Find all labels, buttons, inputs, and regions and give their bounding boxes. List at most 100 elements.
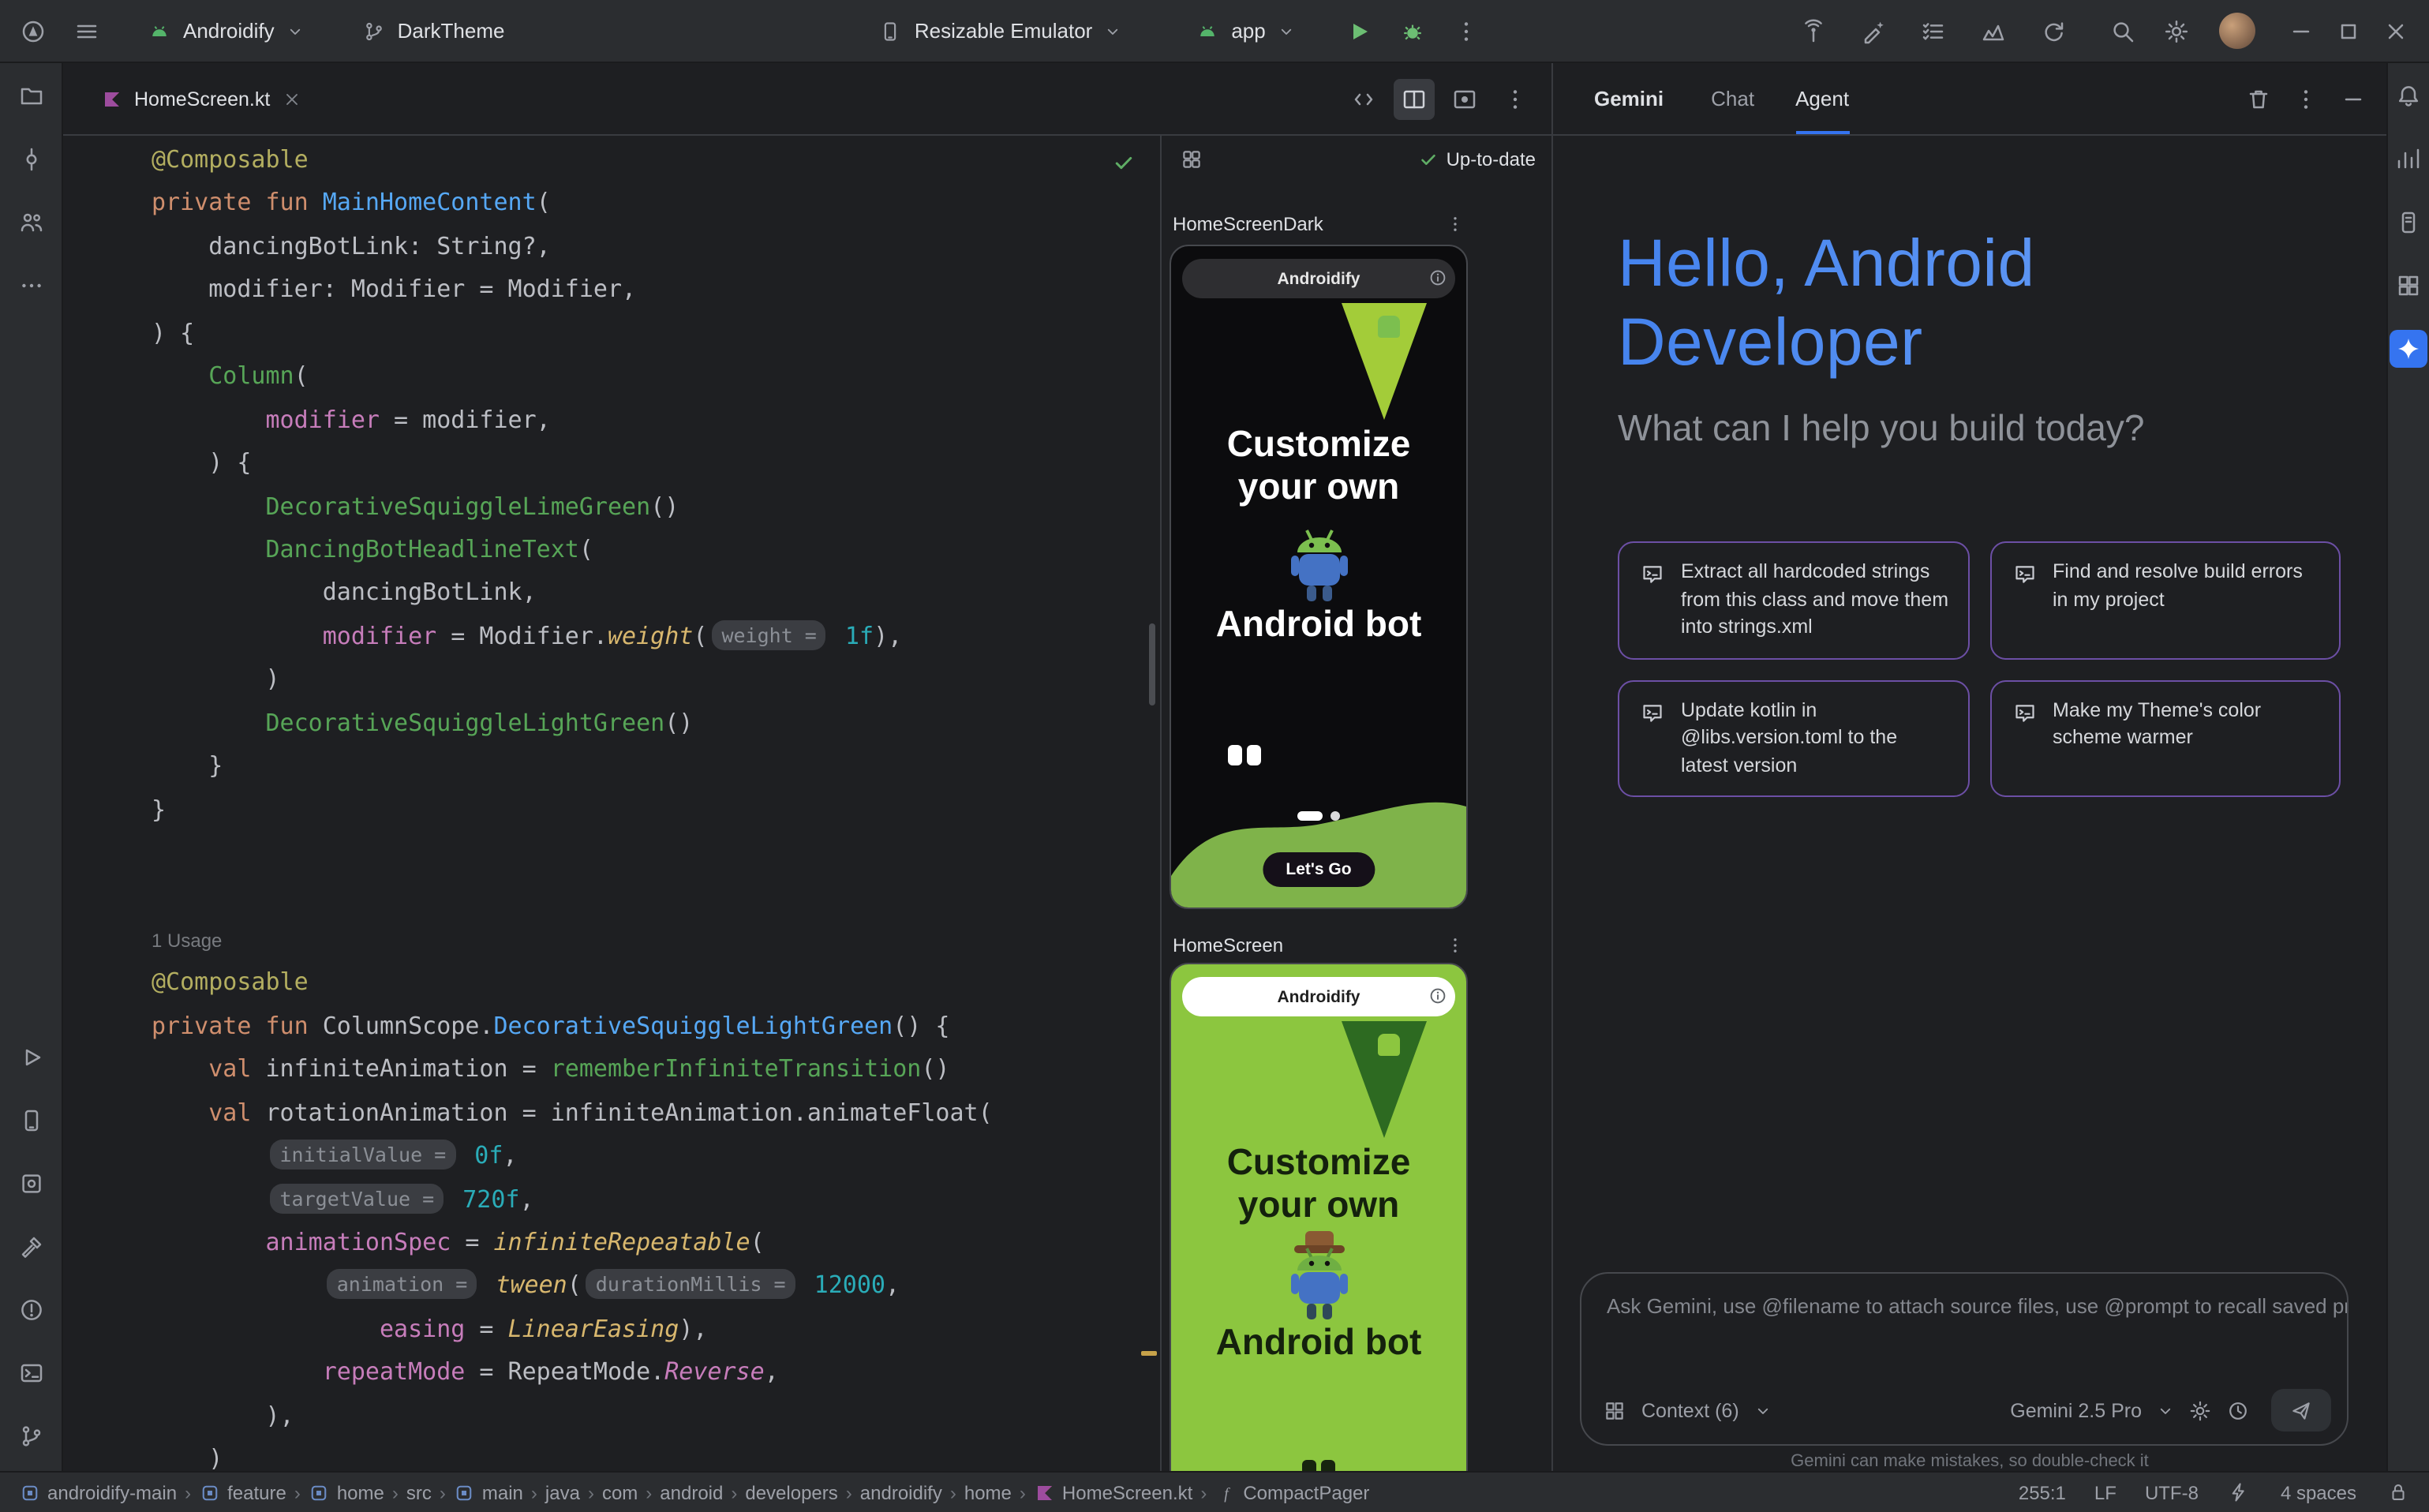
more-vertical-icon[interactable] [2289,81,2323,116]
gemini-settings-icon[interactable] [2186,1396,2214,1424]
preview-homescreendark[interactable]: Androidify Customize your own [1170,245,1468,909]
main-menu-icon[interactable] [69,13,104,48]
breadcrumb-item[interactable]: fCompactPager [1214,1481,1369,1503]
breadcrumb-item[interactable]: main [454,1481,523,1503]
code-line[interactable]: animation = tween(durationMillis = 12000… [152,1265,1138,1308]
debug-icon[interactable] [1395,13,1430,48]
code-line[interactable]: DancingBotHeadlineText( [152,529,1138,572]
inspections-ok-icon[interactable] [1110,148,1138,177]
suggestion-card[interactable]: Find and resolve build errors in my proj… [1989,541,2341,659]
code-content[interactable]: @Composableprivate fun MainHomeContent( … [152,139,1138,1471]
breadcrumb-item[interactable]: androidify-main [19,1481,177,1503]
app-inspection-icon[interactable] [12,1165,50,1203]
user-avatar[interactable] [2219,13,2255,49]
code-line[interactable]: Column( [152,355,1138,399]
more-vertical-icon[interactable] [1449,13,1484,48]
status-4-spaces[interactable]: 4 spaces [2281,1481,2356,1503]
status-lf[interactable]: LF [2094,1481,2116,1503]
resource-manager-icon[interactable] [2390,267,2427,305]
code-line[interactable]: modifier: Modifier = Modifier, [152,269,1138,313]
task-list-icon[interactable] [1916,13,1951,48]
code-line[interactable]: ) { [152,313,1138,356]
code-line[interactable]: modifier = Modifier.weight(weight = 1f), [152,616,1138,659]
preview-more-icon[interactable] [1444,213,1466,235]
code-line[interactable]: private fun MainHomeContent( [152,182,1138,226]
warning-stripe-mark[interactable] [1141,1351,1157,1356]
breadcrumb-item[interactable]: HomeScreen.kt [1034,1481,1192,1503]
code-line[interactable]: initialValue = 0f, [152,1135,1138,1178]
settings-gear-icon[interactable] [2159,13,2194,48]
gemini-spark-icon[interactable] [2390,330,2427,368]
branch-selector[interactable]: DarkTheme [347,12,518,50]
run-configuration-selector[interactable]: app [1181,12,1309,50]
gemini-assist-icon[interactable] [1856,13,1891,48]
preview-more-icon[interactable] [1444,934,1466,956]
code-line[interactable]: ) [152,659,1138,702]
breadcrumb-item[interactable]: androidify [860,1481,942,1503]
code-line[interactable]: ) [152,1438,1138,1471]
model-selector[interactable]: Gemini 2.5 Pro [2010,1399,2142,1421]
close-icon[interactable] [2378,13,2413,48]
status-lightning[interactable] [2227,1480,2252,1505]
version-control-icon[interactable] [12,1417,50,1455]
profiler-icon[interactable] [2390,140,2427,178]
run-icon[interactable] [1342,13,1376,48]
code-line[interactable]: dancingBotLink: String?, [152,226,1138,269]
device-selector[interactable]: Resizable Emulator [864,12,1136,50]
status-255-1[interactable]: 255:1 [2019,1481,2066,1503]
pull-requests-icon[interactable] [12,204,50,241]
tab-close-icon[interactable] [281,88,303,110]
context-selector[interactable]: Context (6) [1641,1399,1739,1421]
code-line[interactable]: repeatMode = RepeatMode.Reverse, [152,1352,1138,1395]
app-insights-icon[interactable] [1976,13,2011,48]
gallery-view-icon[interactable] [1177,145,1206,174]
breadcrumb-item[interactable]: feature [199,1481,286,1503]
code-line[interactable]: val infiniteAnimation = rememberInfinite… [152,1048,1138,1091]
code-line[interactable]: private fun ColumnScope.DecorativeSquigg… [152,1005,1138,1049]
suggestion-card[interactable]: Update kotlin in @libs.version.toml to t… [1618,679,1969,797]
code-line[interactable]: 1 Usage [152,919,1138,962]
send-button[interactable] [2271,1389,2331,1432]
code-line[interactable]: animationSpec = infiniteRepeatable( [152,1222,1138,1265]
code-line[interactable]: } [152,788,1138,832]
code-line[interactable]: dancingBotLink, [152,572,1138,616]
gemini-tab-agent[interactable]: Agent [1795,63,1849,134]
device-manager-icon[interactable] [12,1102,50,1140]
lets-go-button[interactable]: Let's Go [1262,852,1375,887]
commit-icon[interactable] [12,140,50,178]
editor-scrollbar-thumb[interactable] [1149,623,1155,705]
code-line[interactable] [152,832,1138,875]
more-horizontal-icon[interactable] [12,267,50,305]
notifications-icon[interactable] [2390,77,2427,115]
suggestion-card[interactable]: Make my Theme's color scheme warmer [1989,679,2341,797]
status-lock[interactable] [2385,1480,2410,1505]
project-selector[interactable]: Androidify [133,12,319,50]
breadcrumb-item[interactable]: home [964,1481,1012,1503]
gemini-input-box[interactable]: Ask Gemini, use @filename to attach sour… [1580,1272,2349,1446]
code-line[interactable]: modifier = modifier, [152,399,1138,442]
code-line[interactable]: ), [152,1394,1138,1438]
breadcrumb-item[interactable]: developers [745,1481,837,1503]
trash-icon[interactable] [2241,81,2276,116]
code-line[interactable]: val rotationAnimation = infiniteAnimatio… [152,1091,1138,1135]
split-view-icon[interactable] [1394,78,1435,119]
breadcrumb-item[interactable]: src [406,1481,432,1503]
code-line[interactable]: targetValue = 720f, [152,1178,1138,1222]
run-outline-icon[interactable] [12,1039,50,1076]
tab-homescreen-kt[interactable]: HomeScreen.kt [85,63,319,134]
breadcrumb-item[interactable]: android [660,1481,723,1503]
search-icon[interactable] [2105,13,2140,48]
terminal-icon[interactable] [12,1354,50,1392]
history-icon[interactable] [2224,1396,2252,1424]
status-utf-8[interactable]: UTF-8 [2145,1481,2199,1503]
maximize-icon[interactable] [2331,13,2366,48]
minimize-icon[interactable] [2284,13,2319,48]
backup-sync-icon[interactable] [2036,13,2071,48]
code-line[interactable]: DecorativeSquiggleLimeGreen() [152,485,1138,529]
gemini-tab-chat[interactable]: Chat [1711,63,1754,134]
code-line[interactable] [152,875,1138,919]
hide-icon[interactable] [2336,81,2371,116]
breadcrumb-item[interactable]: com [602,1481,638,1503]
code-editor[interactable]: @Composableprivate fun MainHomeContent( … [63,136,1160,1471]
code-line[interactable]: @Composable [152,139,1138,182]
